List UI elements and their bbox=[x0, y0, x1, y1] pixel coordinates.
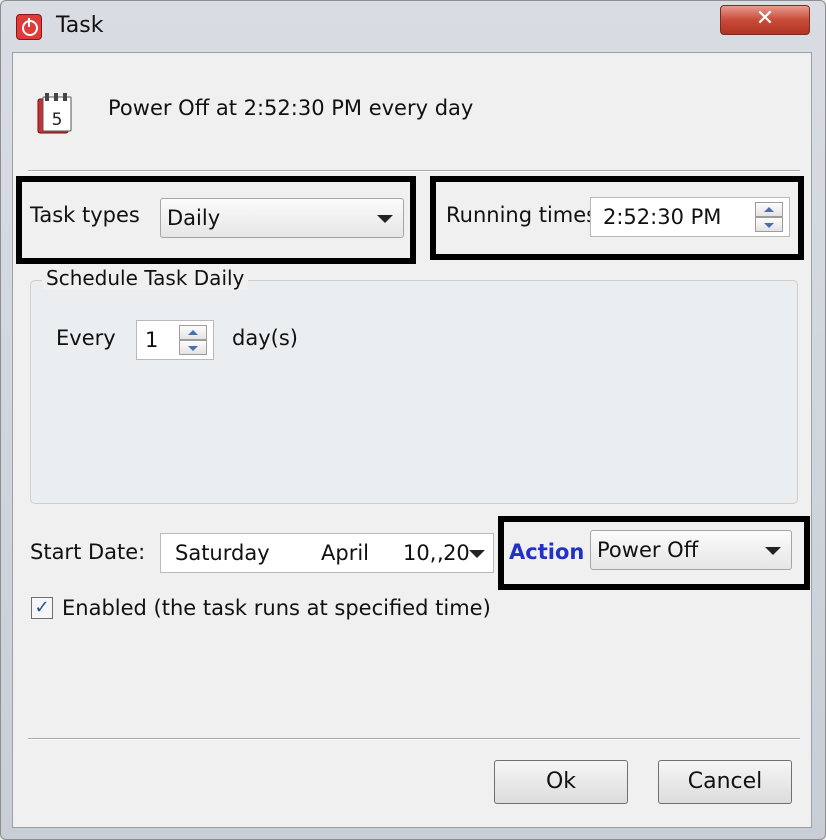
task-summary: Power Off at 2:52:30 PM every day bbox=[108, 96, 474, 120]
start-date-label: Start Date: bbox=[30, 540, 146, 564]
power-icon bbox=[16, 14, 42, 40]
check-icon: ✓ bbox=[34, 597, 50, 618]
cancel-button[interactable]: Cancel bbox=[658, 760, 792, 804]
chevron-down-icon[interactable] bbox=[469, 550, 485, 558]
calendar-day-number: 5 bbox=[52, 110, 63, 130]
schedule-group bbox=[30, 280, 798, 504]
enabled-checkbox[interactable]: ✓ bbox=[31, 597, 53, 619]
start-date-month[interactable]: April bbox=[321, 534, 369, 572]
divider-bottom bbox=[28, 738, 800, 740]
highlight-box-action bbox=[498, 516, 810, 590]
close-button[interactable]: ✕ bbox=[720, 5, 810, 35]
highlight-box-task-types bbox=[16, 176, 416, 264]
highlight-box-running-times bbox=[430, 176, 804, 260]
schedule-group-title: Schedule Task Daily bbox=[42, 266, 249, 290]
start-date-weekday[interactable]: Saturday bbox=[175, 534, 270, 572]
calendar-icon: 5 bbox=[37, 93, 72, 134]
spin-down-icon[interactable] bbox=[179, 340, 207, 355]
title-bar: Task ✕ bbox=[0, 0, 826, 52]
divider-top bbox=[28, 170, 800, 172]
every-label: Every bbox=[56, 326, 116, 350]
every-days-value: 1 bbox=[145, 328, 159, 352]
every-days-stepper[interactable]: 1 bbox=[136, 320, 214, 360]
close-icon: ✕ bbox=[755, 6, 775, 31]
days-unit-label: day(s) bbox=[232, 326, 298, 350]
spin-up-icon[interactable] bbox=[179, 325, 207, 340]
ok-button[interactable]: Ok bbox=[494, 760, 628, 804]
every-days-spin[interactable] bbox=[179, 325, 207, 355]
window-title: Task bbox=[56, 13, 104, 38]
start-date-day-year[interactable]: 10, 20 bbox=[403, 534, 470, 572]
enabled-label[interactable]: Enabled (the task runs at specified time… bbox=[62, 596, 491, 620]
start-date-picker[interactable]: Saturday , April 10, 20 bbox=[160, 533, 494, 573]
